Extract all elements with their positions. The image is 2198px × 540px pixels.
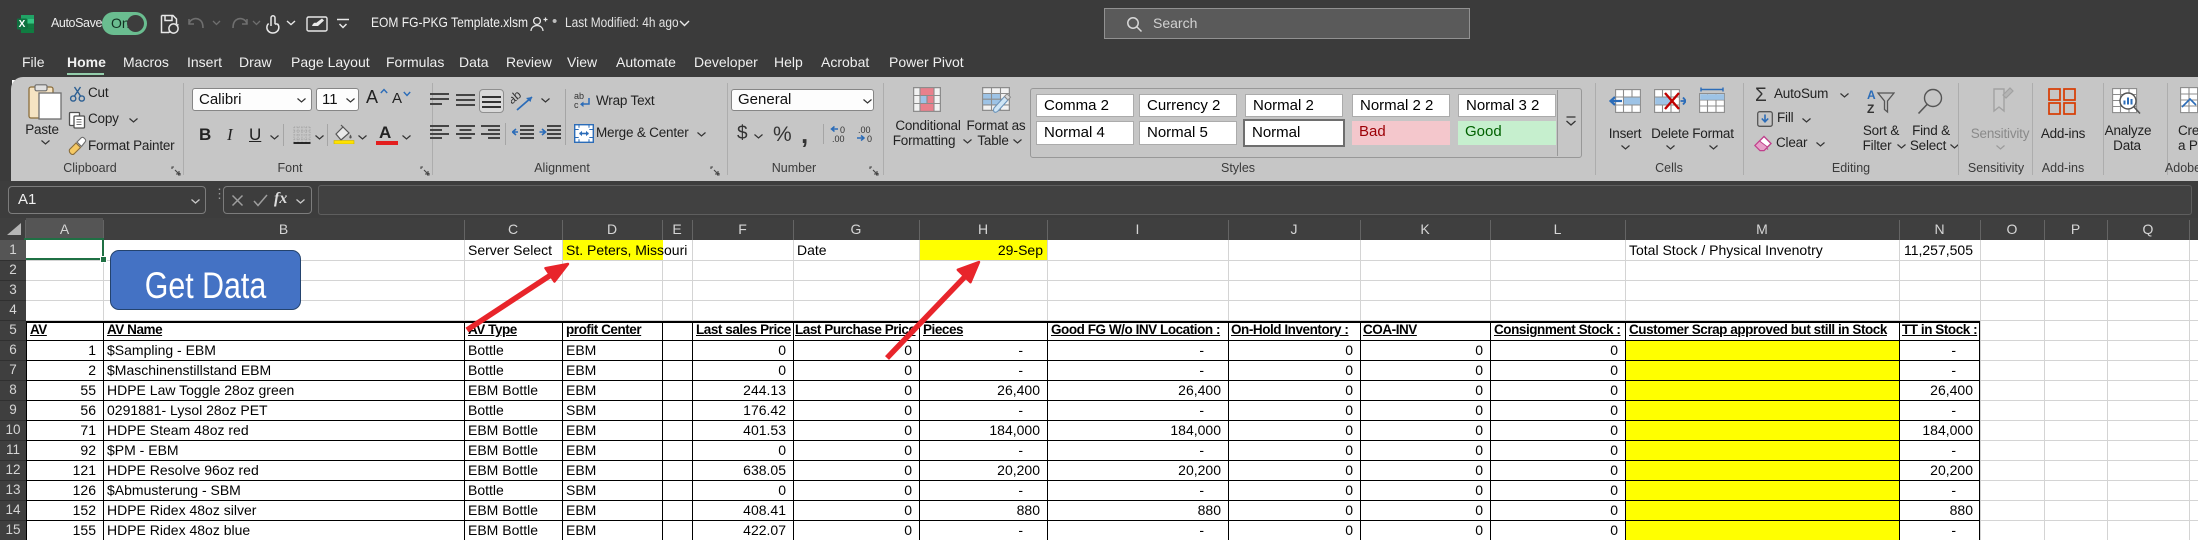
svg-text:X: X [19, 19, 26, 30]
svg-text:c: c [574, 100, 579, 109]
svg-text:.00: .00 [832, 134, 845, 143]
svg-text:0: 0 [867, 134, 872, 143]
svg-text:A: A [1867, 88, 1876, 102]
svg-text:Z: Z [1867, 102, 1874, 114]
